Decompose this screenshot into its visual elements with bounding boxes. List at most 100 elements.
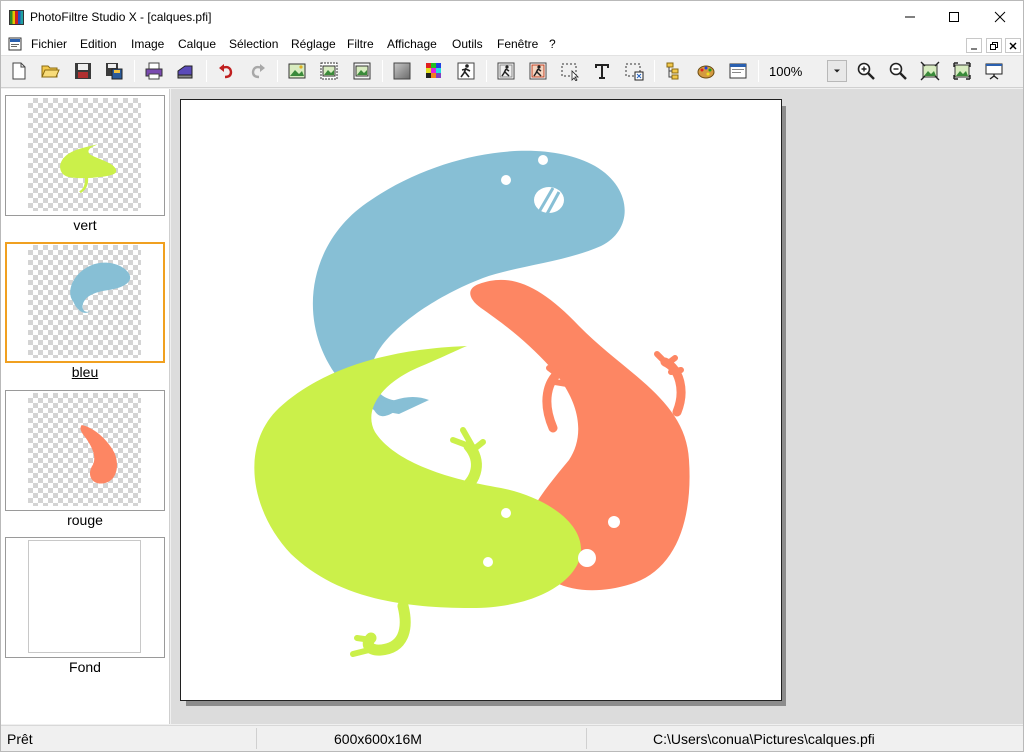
- mdi-minimize-button[interactable]: [966, 38, 982, 53]
- mdi-close-icon: [1009, 42, 1017, 49]
- image-size-icon: [288, 63, 306, 79]
- save-button[interactable]: [71, 59, 95, 83]
- toolbar-separator: [206, 60, 207, 82]
- toolbar-separator: [277, 60, 278, 82]
- pattern-selection-icon: [625, 63, 644, 81]
- redo-icon: [251, 64, 265, 79]
- image-canvas[interactable]: [180, 99, 782, 701]
- layer-item-vert[interactable]: [5, 95, 165, 216]
- gray-color-button[interactable]: [390, 59, 414, 83]
- scan-button[interactable]: [173, 59, 197, 83]
- save-all-button[interactable]: [102, 59, 126, 83]
- mdi-close-button[interactable]: [1005, 38, 1021, 53]
- save-all-icon: [106, 63, 123, 80]
- menu-edition[interactable]: Edition: [80, 37, 117, 51]
- canvas-size-button[interactable]: [317, 59, 341, 83]
- menu-outils[interactable]: Outils: [452, 37, 483, 51]
- layer-transform-button[interactable]: [494, 59, 518, 83]
- fit-image-button[interactable]: [918, 59, 942, 83]
- menu-affichage[interactable]: Affichage: [387, 37, 437, 51]
- status-image-info: 600x600x16M: [334, 731, 422, 747]
- new-file-icon: [12, 62, 26, 80]
- mdi-minimize-icon: [971, 48, 977, 49]
- layer-item-rouge[interactable]: [5, 390, 165, 511]
- layer-thumbnail: [28, 540, 141, 653]
- status-divider: [586, 728, 587, 749]
- app-window: PhotoFiltre Studio X - [calques.pfi] Fic…: [0, 0, 1024, 752]
- status-file-path: C:\Users\conua\Pictures\calques.pfi: [653, 731, 875, 747]
- minimize-button[interactable]: [887, 1, 933, 33]
- palette-icon: [426, 63, 441, 78]
- layer-thumbnail: [28, 98, 141, 211]
- orange-eye: [578, 549, 596, 567]
- automatic-button[interactable]: [454, 59, 478, 83]
- zoom-select[interactable]: 100%: [761, 59, 849, 84]
- menu-selection[interactable]: Sélection: [229, 37, 278, 51]
- layers-panel: vert bleu rouge Fond: [1, 89, 170, 724]
- app-logo-icon[interactable]: [9, 10, 24, 25]
- layers-manager-button[interactable]: [662, 59, 686, 83]
- frame-icon: [353, 62, 371, 80]
- new-file-button[interactable]: [7, 59, 31, 83]
- layer-transform-icon: [497, 62, 515, 80]
- zoom-out-button[interactable]: [886, 59, 910, 83]
- layer-options-button[interactable]: [526, 59, 550, 83]
- layer-thumbnail-image: [70, 262, 131, 313]
- window-button[interactable]: [726, 59, 750, 83]
- selection-button[interactable]: [558, 59, 582, 83]
- open-folder-icon: [41, 65, 60, 78]
- image-size-button[interactable]: [285, 59, 309, 83]
- text-button[interactable]: [590, 59, 614, 83]
- zoom-in-icon: [857, 62, 875, 80]
- status-divider: [256, 728, 257, 749]
- zoom-dropdown-button[interactable]: [827, 60, 847, 82]
- menu-image[interactable]: Image: [131, 37, 164, 51]
- menu-filtre[interactable]: Filtre: [347, 37, 374, 51]
- zoom-value: 100%: [769, 64, 803, 79]
- print-icon: [145, 62, 163, 80]
- fullscreen-button[interactable]: [982, 59, 1006, 83]
- toolbar-separator: [486, 60, 487, 82]
- layer-name: rouge: [67, 512, 103, 528]
- frame-button[interactable]: [350, 59, 374, 83]
- toolbar-separator: [134, 60, 135, 82]
- undo-button[interactable]: [214, 59, 238, 83]
- blue-eye: [538, 155, 548, 165]
- zoom-in-button[interactable]: [854, 59, 878, 83]
- palette-button[interactable]: [422, 59, 446, 83]
- menu-reglage[interactable]: Réglage: [291, 37, 336, 51]
- layer-options-icon: [529, 62, 547, 80]
- fit-window-button[interactable]: [950, 59, 974, 83]
- print-button[interactable]: [142, 59, 166, 83]
- maximize-button[interactable]: [931, 1, 977, 33]
- pattern-selection-button[interactable]: [622, 59, 646, 83]
- fullscreen-icon: [985, 63, 1003, 80]
- open-button[interactable]: [38, 59, 62, 83]
- menu-calque[interactable]: Calque: [178, 37, 216, 51]
- maximize-icon: [949, 12, 959, 22]
- layer-item-bleu[interactable]: [5, 242, 165, 363]
- canvas-artwork: [254, 150, 690, 657]
- layer-name: bleu: [71, 364, 99, 380]
- close-button[interactable]: [977, 1, 1023, 33]
- window-icon: [729, 63, 747, 79]
- toolbar-separator: [758, 60, 759, 82]
- text-icon: [595, 64, 609, 79]
- layers-manager-icon: [666, 62, 679, 80]
- layer-name: vert: [73, 217, 97, 233]
- mdi-restore-button[interactable]: [986, 38, 1002, 53]
- plugins-button[interactable]: [694, 59, 718, 83]
- layer-thumbnail: [28, 245, 141, 358]
- green-creature: [254, 346, 582, 608]
- document-menu-icon[interactable]: [8, 37, 22, 51]
- orange-eye: [608, 516, 620, 528]
- redo-button[interactable]: [246, 59, 270, 83]
- menu-fenetre[interactable]: Fenêtre: [497, 37, 538, 51]
- layer-item-fond[interactable]: [5, 537, 165, 658]
- menu-fichier[interactable]: Fichier: [31, 37, 67, 51]
- chevron-down-icon: [834, 69, 840, 73]
- minimize-icon: [905, 16, 915, 18]
- menu-help[interactable]: ?: [549, 37, 556, 51]
- mdi-restore-icon: [990, 41, 998, 50]
- layer-name: Fond: [69, 659, 101, 675]
